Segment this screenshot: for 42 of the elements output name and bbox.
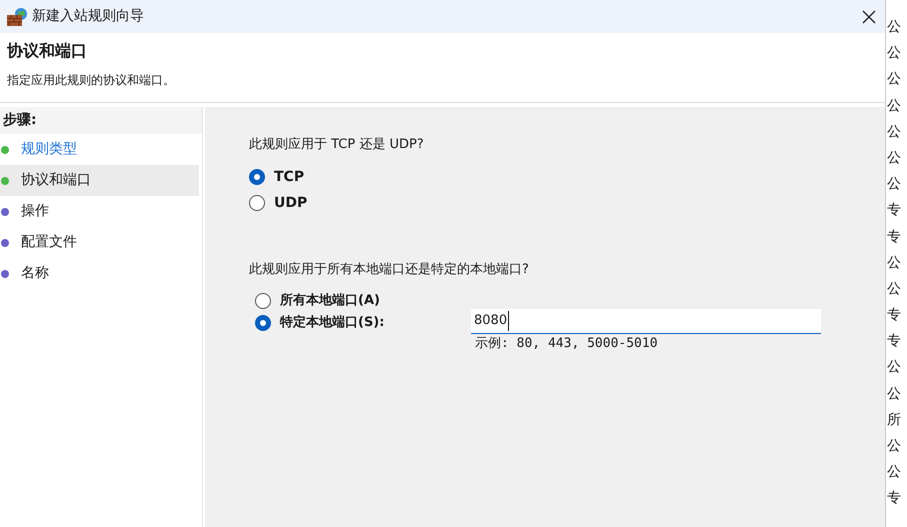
list-text: 公 <box>887 280 902 299</box>
step-item[interactable]: 协议和端口 <box>0 165 199 196</box>
step-label: 名称 <box>21 264 49 283</box>
radio-button[interactable] <box>255 315 271 331</box>
page-heading: 协议和端口 <box>7 40 88 62</box>
list-text: 公 <box>887 44 902 64</box>
step-link[interactable]: 规则类型 <box>21 139 77 160</box>
list-text: 专 <box>887 489 902 508</box>
close-icon <box>862 10 876 24</box>
field-hint: 示例: 80, 443, 5000-5010 <box>474 335 659 353</box>
step-label: 操作 <box>21 202 49 221</box>
list-text: 公 <box>887 96 902 116</box>
page-description: 指定应用此规则的协议和端口。 <box>7 72 176 89</box>
list-text: 公 <box>887 358 902 378</box>
list-text: 公 <box>887 175 902 194</box>
list-text: 专 <box>887 332 902 352</box>
list-text: 公 <box>887 70 902 90</box>
list-text: 公 <box>887 463 902 482</box>
list-text: 专 <box>887 201 902 220</box>
protocol-question: 此规则应用于 TCP 还是 UDP? <box>249 136 425 154</box>
option-label: TCP <box>274 168 304 186</box>
list-text: 公 <box>887 384 902 404</box>
step-label: 配置文件 <box>21 233 77 252</box>
list-text: 公 <box>887 122 902 142</box>
radio-button[interactable] <box>255 293 271 309</box>
radio-button[interactable] <box>249 169 265 185</box>
option-label: 所有本地端口(A) <box>280 293 381 309</box>
list-text: 公 <box>887 148 902 168</box>
window-title: 新建入站规则向导 <box>32 7 144 26</box>
steps-heading: 步骤: <box>0 107 202 134</box>
list-text: 公 <box>887 254 902 273</box>
list-text: 公 <box>887 18 902 37</box>
radio-button[interactable] <box>249 195 265 211</box>
port-field[interactable]: 8080 <box>471 309 821 334</box>
option-label: 特定本地端口(S): <box>280 315 386 331</box>
ports-question: 此规则应用于所有本地端口还是特定的本地端口? <box>249 260 530 278</box>
firewall-icon <box>6 6 28 26</box>
option-label: UDP <box>274 194 308 212</box>
list-text: 专 <box>887 306 902 326</box>
list-text: 所 <box>887 410 902 430</box>
list-text: 公 <box>887 437 902 456</box>
list-text: 专 <box>887 228 902 246</box>
